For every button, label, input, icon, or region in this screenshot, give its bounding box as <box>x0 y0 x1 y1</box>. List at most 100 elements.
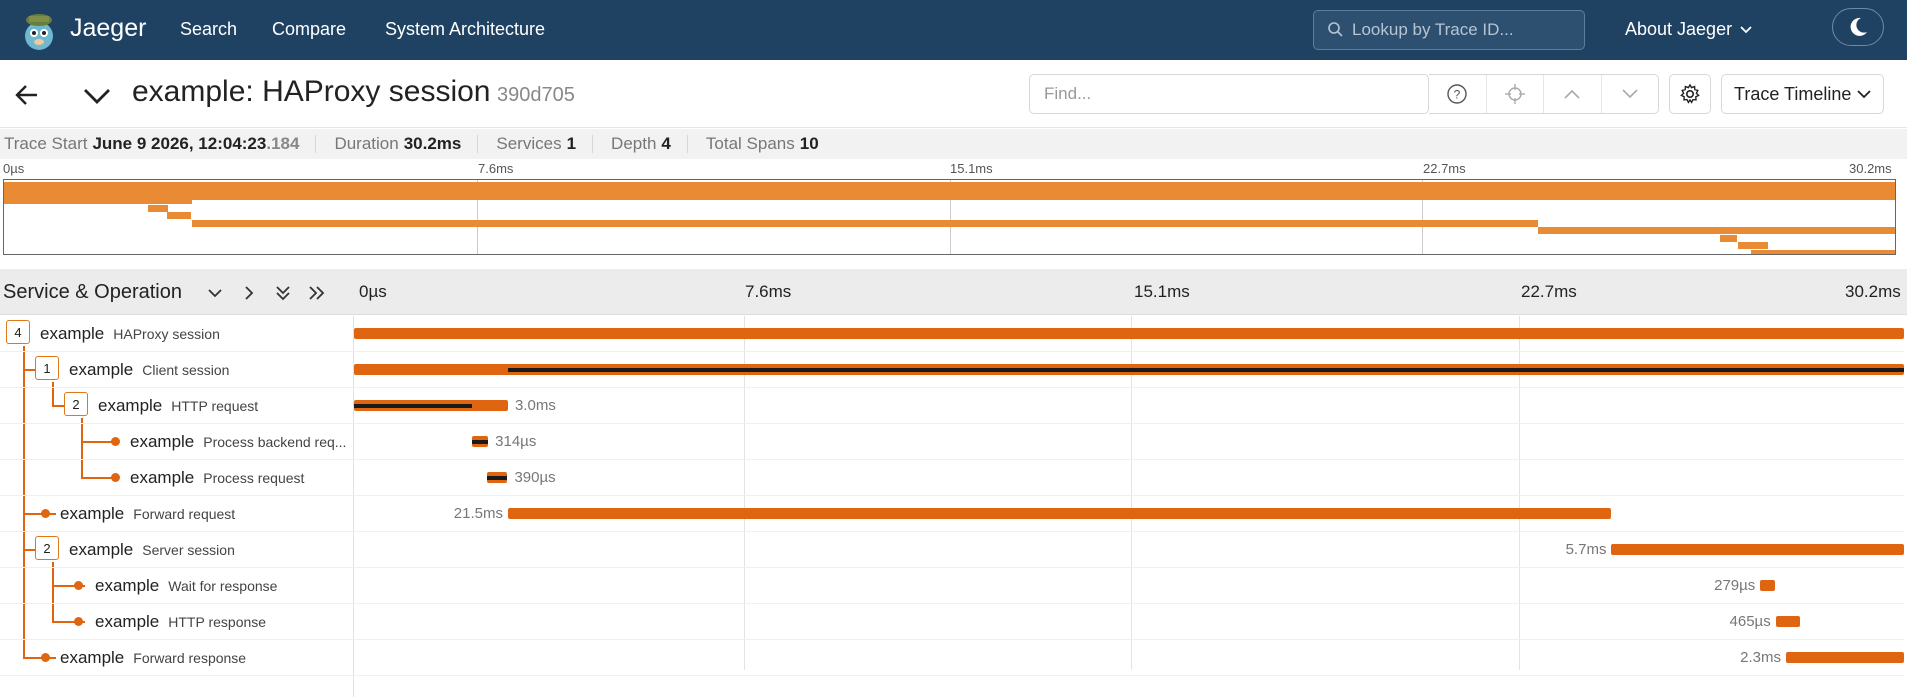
span-leaf-dot <box>74 581 83 590</box>
span-row[interactable]: example Forward request <box>0 496 354 532</box>
collapse-all-button[interactable] <box>272 282 294 304</box>
chevron-up-icon <box>1564 89 1580 99</box>
collapse-one-button[interactable] <box>204 282 226 304</box>
timeline-tick: 7.6ms <box>745 282 792 301</box>
span-row[interactable]: 2 example Server session <box>0 532 354 568</box>
minimap-canvas[interactable] <box>3 179 1896 255</box>
trace-minimap[interactable]: 0µs 7.6ms 15.1ms 22.7ms 30.2ms <box>0 159 1907 256</box>
depth-label: Depth <box>611 134 657 153</box>
minimap-span-bar <box>191 219 1539 227</box>
total-spans-value: 10 <box>799 134 819 153</box>
brand-name[interactable]: Jaeger <box>70 14 146 43</box>
span-duration-label: 2.3ms <box>1740 649 1781 666</box>
timeline-row[interactable] <box>354 640 1904 676</box>
locate-span-button[interactable] <box>1485 75 1544 113</box>
span-bar[interactable] <box>1785 652 1904 663</box>
timeline-row[interactable] <box>354 388 1904 424</box>
trace-id-lookup-input[interactable]: Lookup by Trace ID... <box>1313 10 1585 50</box>
total-spans-label: Total Spans <box>705 134 795 153</box>
theme-toggle-button[interactable] <box>1832 8 1884 46</box>
timeline-tick: 0µs <box>359 282 387 301</box>
span-label: example Server session <box>69 540 235 560</box>
question-icon: ? <box>1447 84 1467 104</box>
timeline-row[interactable] <box>354 604 1904 640</box>
span-toggle-badge[interactable]: 4 <box>6 320 30 344</box>
timeline-tick: 30.2ms <box>1845 282 1901 301</box>
expand-one-button[interactable] <box>238 282 260 304</box>
chevron-down-icon <box>1857 90 1871 99</box>
about-jaeger-menu[interactable]: About Jaeger <box>1625 19 1752 40</box>
crosshair-icon <box>1504 84 1525 104</box>
span-bar[interactable] <box>1760 580 1775 591</box>
minimap-tick: 22.7ms <box>1423 161 1466 176</box>
divider <box>592 135 594 153</box>
prev-match-button[interactable] <box>1543 75 1601 113</box>
span-toggle-badge[interactable]: 2 <box>64 392 88 416</box>
services-info: Services 1 <box>492 134 592 154</box>
minimap-tick: 0µs <box>3 161 25 176</box>
span-service-name: example <box>60 648 125 667</box>
next-match-button[interactable] <box>1600 75 1659 113</box>
span-label: example Process request <box>130 468 304 488</box>
nav-compare-link[interactable]: Compare <box>272 19 346 40</box>
services-label: Services <box>496 134 562 153</box>
critical-path-segment <box>354 404 473 408</box>
span-toggle-badge[interactable]: 2 <box>35 536 59 560</box>
span-bar[interactable] <box>354 328 1904 339</box>
span-service-name: example <box>69 360 134 379</box>
timeline-row[interactable] <box>354 460 1904 496</box>
find-toolbar: ? <box>1429 74 1659 114</box>
nav-system-architecture-link[interactable]: System Architecture <box>385 19 545 40</box>
expand-all-button[interactable] <box>306 282 328 304</box>
span-toggle-badge[interactable]: 1 <box>35 356 59 380</box>
timeline-row[interactable] <box>354 568 1904 604</box>
span-row[interactable]: 2 example HTTP request <box>0 388 354 424</box>
span-row[interactable]: example Wait for response <box>0 568 354 604</box>
span-bar[interactable] <box>507 508 1612 519</box>
duration-info: Duration 30.2ms <box>330 134 477 154</box>
span-label: example HTTP response <box>95 612 266 632</box>
span-bar[interactable] <box>1611 544 1904 555</box>
span-row[interactable]: example Forward response <box>0 640 354 676</box>
span-row[interactable]: example HTTP response <box>0 604 354 640</box>
trace-summary-bar: Trace Start June 9 2026, 12:04:23.184 Du… <box>0 129 1907 159</box>
span-service-name: example <box>40 324 105 343</box>
critical-path-segment <box>507 368 1904 372</box>
depth-info: Depth 4 <box>607 134 687 154</box>
view-mode-select[interactable]: Trace Timeline <box>1721 74 1884 114</box>
span-label: example Forward request <box>60 504 235 524</box>
span-bar[interactable] <box>1775 616 1800 627</box>
span-service-name: example <box>95 612 160 631</box>
minimap-ticks: 0µs 7.6ms 15.1ms 22.7ms 30.2ms <box>0 159 1907 179</box>
minimap-span-bar <box>4 189 1895 200</box>
span-label: example Process backend req... <box>130 432 346 452</box>
jaeger-logo-icon[interactable] <box>18 8 60 52</box>
svg-text:?: ? <box>1454 88 1461 102</box>
nav-search-link[interactable]: Search <box>180 19 237 40</box>
span-label: example Wait for response <box>95 576 277 596</box>
double-chevron-right-icon <box>309 286 325 300</box>
span-operation-name: Server session <box>142 542 235 558</box>
span-duration-label: 279µs <box>1714 577 1756 594</box>
span-row[interactable]: 1 example Client session <box>0 352 354 388</box>
top-nav: Jaeger Search Compare System Architectur… <box>0 0 1907 60</box>
span-tree-pane: 4 example HAProxy session 1 example Client se… <box>0 316 354 697</box>
duration-label: Duration <box>334 134 399 153</box>
double-chevron-down-icon <box>276 286 290 301</box>
minimap-span-bar <box>166 212 192 219</box>
collapse-header-chevron-icon[interactable] <box>82 82 112 108</box>
settings-button[interactable] <box>1669 74 1711 114</box>
span-row[interactable]: 4 example HAProxy session <box>0 316 354 352</box>
minimap-tick: 7.6ms <box>478 161 514 176</box>
span-service-name: example <box>130 432 195 451</box>
span-row[interactable]: example Process backend req... <box>0 424 354 460</box>
trace-id: 390d705 <box>497 84 575 106</box>
back-arrow-icon[interactable] <box>14 82 40 108</box>
timeline-row[interactable] <box>354 424 1904 460</box>
help-button[interactable]: ? <box>1429 75 1486 113</box>
find-input[interactable]: Find... <box>1029 74 1429 114</box>
minimap-span-bar <box>1750 249 1895 254</box>
span-duration-label: 5.7ms <box>1565 541 1607 558</box>
span-row[interactable]: example Process request <box>0 460 354 496</box>
span-service-name: example <box>69 540 134 559</box>
